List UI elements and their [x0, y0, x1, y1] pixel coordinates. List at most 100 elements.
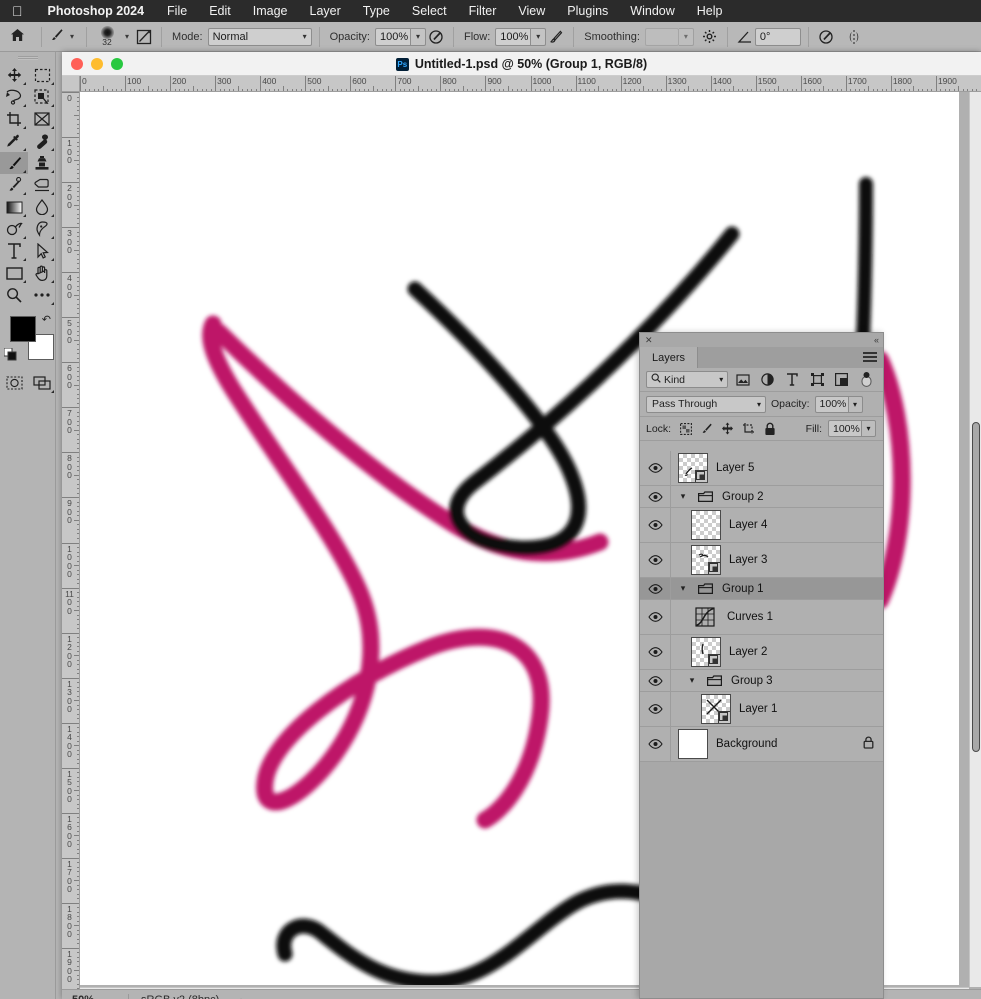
apple-logo-icon[interactable]: 	[0, 4, 36, 18]
layer-visibility-toggle[interactable]	[640, 600, 671, 634]
brush-angle-input[interactable]: 0°	[755, 28, 801, 46]
group-disclosure-chevron-down-icon[interactable]: ▾	[678, 491, 688, 502]
layer-visibility-toggle[interactable]	[640, 692, 671, 726]
layer-thumbnail[interactable]	[691, 637, 721, 667]
layer-name[interactable]: Layer 2	[729, 646, 767, 658]
menu-item-file[interactable]: File	[156, 4, 198, 18]
collapse-panel-icon[interactable]: «	[874, 335, 878, 345]
layer-name[interactable]: Layer 3	[729, 554, 767, 566]
menu-item-edit[interactable]: Edit	[198, 4, 242, 18]
rectangular-marquee-tool[interactable]	[28, 64, 56, 86]
symmetry-icon[interactable]	[844, 29, 864, 45]
layer-visibility-toggle[interactable]	[640, 727, 671, 761]
menu-item-type[interactable]: Type	[352, 4, 401, 18]
opacity-input[interactable]: 100%	[375, 28, 411, 46]
lasso-tool[interactable]	[0, 86, 28, 108]
chevron-down-icon[interactable]: ▾	[120, 32, 134, 41]
quick-mask-icon[interactable]	[0, 372, 28, 394]
foreground-color-swatch[interactable]	[10, 316, 36, 342]
lock-all-icon[interactable]	[760, 422, 779, 436]
eraser-tool[interactable]	[28, 174, 56, 196]
layer-name[interactable]: Group 2	[722, 491, 764, 503]
flow-chevron-down-icon[interactable]: ▾	[531, 28, 546, 46]
hand-tool[interactable]	[28, 262, 56, 284]
menu-item-help[interactable]: Help	[686, 4, 734, 18]
group-disclosure-chevron-down-icon[interactable]: ▾	[678, 583, 688, 594]
brush-tool[interactable]	[0, 152, 28, 174]
layer-visibility-toggle[interactable]	[640, 635, 671, 669]
layer-name[interactable]: Group 3	[731, 675, 773, 687]
layer-name[interactable]: Background	[716, 738, 777, 750]
history-brush-tool[interactable]	[0, 174, 28, 196]
layer-visibility-toggle[interactable]	[640, 508, 671, 542]
tablet-pressure-size-icon[interactable]	[816, 29, 836, 45]
layer-thumbnail[interactable]	[678, 453, 708, 483]
dodge-tool[interactable]	[0, 218, 28, 240]
layer-thumbnail[interactable]	[691, 545, 721, 575]
rectangle-tool[interactable]	[0, 262, 28, 284]
frame-tool[interactable]	[28, 108, 56, 130]
minimize-window-button[interactable]	[91, 58, 103, 70]
chevron-down-icon[interactable]: ▾	[65, 32, 79, 41]
menu-item-filter[interactable]: Filter	[458, 4, 508, 18]
brush-settings-panel-icon[interactable]	[134, 29, 154, 45]
app-name-label[interactable]: Photoshop 2024	[36, 4, 157, 18]
vertical-scrollbar-thumb[interactable]	[972, 422, 980, 752]
zoom-tool[interactable]	[0, 284, 28, 306]
smoothing-chevron-down-icon[interactable]: ▾	[679, 28, 694, 46]
lock-artboard-nesting-icon[interactable]	[739, 422, 758, 435]
default-colors-icon[interactable]	[4, 348, 17, 366]
layer-name[interactable]: Group 1	[722, 583, 764, 595]
layer-name[interactable]: Layer 5	[716, 462, 754, 474]
tool-preset-picker[interactable]: ▾	[49, 27, 79, 46]
pen-tool[interactable]	[28, 218, 56, 240]
maximize-window-button[interactable]	[111, 58, 123, 70]
layer-opacity-chevron-down-icon[interactable]: ▾	[849, 396, 863, 413]
layer-row-layer-3[interactable]: Layer 3	[640, 543, 883, 578]
menu-item-window[interactable]: Window	[619, 4, 685, 18]
gear-icon[interactable]	[700, 29, 720, 45]
adjustment-layer-thumbnail[interactable]	[691, 605, 719, 629]
filter-adjustment-layers-icon[interactable]	[757, 373, 778, 386]
layer-locked-icon[interactable]	[863, 736, 874, 752]
menu-item-layer[interactable]: Layer	[299, 4, 352, 18]
layer-row-background[interactable]: Background	[640, 727, 883, 762]
layer-thumbnail[interactable]	[701, 694, 731, 724]
type-tool[interactable]	[0, 240, 28, 262]
layer-fill-input[interactable]: 100%	[828, 420, 862, 437]
layer-visibility-toggle[interactable]	[640, 578, 671, 599]
layer-row-curves-1[interactable]: Curves 1	[640, 600, 883, 635]
clone-stamp-tool[interactable]	[28, 152, 56, 174]
layer-blend-mode-select[interactable]: Pass Through ▾	[646, 396, 766, 413]
filter-toggle-icon[interactable]	[856, 372, 877, 387]
layer-opacity-input[interactable]: 100%	[815, 396, 849, 413]
path-selection-tool[interactable]	[28, 240, 56, 262]
filter-shape-layers-icon[interactable]	[807, 373, 828, 386]
close-window-button[interactable]	[71, 58, 83, 70]
home-icon[interactable]	[10, 28, 25, 45]
layer-visibility-toggle[interactable]	[640, 486, 671, 507]
opacity-chevron-down-icon[interactable]: ▾	[411, 28, 426, 46]
lock-position-icon[interactable]	[718, 422, 737, 435]
layer-thumbnail[interactable]	[678, 729, 708, 759]
filter-kind-select[interactable]: Kind ▾	[646, 371, 728, 388]
blur-tool[interactable]	[28, 196, 56, 218]
layer-row-layer-1[interactable]: Layer 1	[640, 692, 883, 727]
eyedropper-tool[interactable]	[0, 130, 28, 152]
layer-list[interactable]: Layer 5 ▾ Group 2 Layer 4	[640, 451, 883, 998]
ruler-corner[interactable]	[62, 76, 80, 92]
layer-row-group-3[interactable]: ▾ Group 3	[640, 670, 883, 692]
blend-mode-select[interactable]: Normal ▾	[208, 28, 312, 46]
menu-item-image[interactable]: Image	[242, 4, 299, 18]
move-tool[interactable]	[0, 64, 28, 86]
pressure-opacity-icon[interactable]	[426, 29, 446, 45]
menu-item-select[interactable]: Select	[401, 4, 458, 18]
panel-grabber[interactable]	[0, 52, 55, 64]
layer-visibility-toggle[interactable]	[640, 451, 671, 485]
filter-smart-objects-icon[interactable]	[831, 373, 852, 386]
filter-pixel-layers-icon[interactable]	[732, 374, 753, 386]
layer-row-group-2[interactable]: ▾ Group 2	[640, 486, 883, 508]
group-disclosure-chevron-down-icon[interactable]: ▾	[687, 675, 697, 686]
object-selection-tool[interactable]	[28, 86, 56, 108]
document-title-bar[interactable]	[62, 52, 981, 76]
